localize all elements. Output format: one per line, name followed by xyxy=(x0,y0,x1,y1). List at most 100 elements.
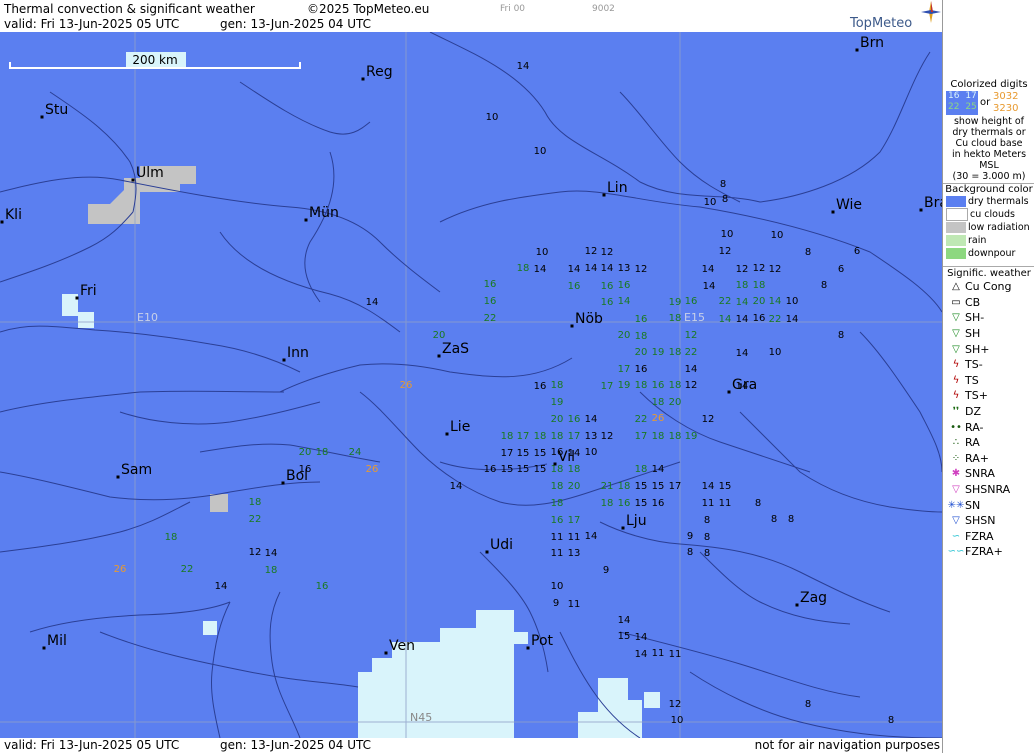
scale-label: 200 km xyxy=(132,53,177,67)
weather-map[interactable]: E10 E15 N45 200 km 141010810 810 1012 8 6610… xyxy=(0,32,942,738)
thermal-digit: 16 xyxy=(652,498,665,509)
thermal-digit: 14 xyxy=(534,264,547,275)
sample-b-2: 32 xyxy=(1005,91,1019,102)
thermal-digit: 22 xyxy=(181,564,194,575)
city-marker-sam: Sam xyxy=(116,462,152,479)
thermal-digit: 18 xyxy=(551,431,564,442)
thermal-digit: 14 xyxy=(652,464,665,475)
footer-valid-time: valid: Fri 13-Jun-2025 05 UTC xyxy=(4,738,180,752)
thermal-digit: 14 xyxy=(585,263,598,274)
copyright: ©2025 TopMeteo.eu xyxy=(307,2,430,16)
thermal-digit: 8 xyxy=(838,330,844,341)
city-label: Lie xyxy=(450,419,470,435)
thermal-digit: 26 xyxy=(114,564,127,575)
thermal-digit: 15 xyxy=(635,481,648,492)
legend-weather: Signific. weather △ Cu Cong ▭ CB ▽ SH- ▽ SH ▽ SH+… xyxy=(943,268,1034,560)
thermal-digit: 12 xyxy=(685,330,698,341)
thermal-digit: 16 xyxy=(753,313,766,324)
thermal-digit: 16 xyxy=(618,498,631,509)
thermal-digit: 15 xyxy=(517,464,530,475)
sample-b-4: 30 xyxy=(1005,103,1019,114)
sample-b-1: 30 xyxy=(993,91,1006,102)
grid-label-e15: E15 xyxy=(684,311,705,324)
thermal-digit: 20 xyxy=(635,347,648,358)
city-marker-lin: Lin xyxy=(602,180,628,197)
thermal-digit: 17 xyxy=(568,431,581,442)
thermal-digit: 16 xyxy=(618,280,631,291)
thermal-digit: 16 xyxy=(484,279,497,290)
city-marker-bol: Bol xyxy=(281,468,308,485)
thermal-digit: 6 xyxy=(838,264,844,275)
weather-symbol-icon: ✳✳ xyxy=(947,499,965,511)
city-label: Pot xyxy=(531,633,554,649)
thermal-digit: 15 xyxy=(534,448,547,459)
thermal-digit: 14 xyxy=(215,581,228,592)
thermal-digit: 22 xyxy=(685,347,698,358)
legend-wx-title: Signific. weather xyxy=(947,268,1031,279)
legend-wx-label: RA xyxy=(965,436,980,450)
thermal-digit: 18 xyxy=(568,464,581,475)
weather-symbol-icon: △ xyxy=(952,281,960,293)
legend-wx-item: ⁘ RA+ xyxy=(943,451,1034,467)
thermal-digit: 18 xyxy=(601,498,614,509)
thermal-digit: 8 xyxy=(771,514,777,525)
thermal-digit: 10 xyxy=(585,447,598,458)
thermal-digit: 14 xyxy=(635,649,648,660)
thermal-digit: 20 xyxy=(433,330,446,341)
city-marker-lju: Lju xyxy=(621,513,647,530)
legend-desc-5: MSL xyxy=(979,160,999,171)
thermal-digit: 14 xyxy=(517,61,530,72)
thermal-digit: 18 xyxy=(669,347,682,358)
legend-bg-label: rain xyxy=(968,235,987,246)
legend-wx-item: ∽ FZRA xyxy=(943,529,1034,545)
sample-a-2: 17 xyxy=(965,91,977,101)
legend-desc-4: in hekto Meters xyxy=(951,149,1027,160)
legend-wx-item: ▽ SHSNRA xyxy=(943,482,1034,498)
legend-desc-1: show height of xyxy=(953,116,1025,127)
legend-wx-item: ▽ SH+ xyxy=(943,341,1034,357)
thermal-digit: 19 xyxy=(652,347,665,358)
weather-symbol-icon: ∽ xyxy=(951,530,961,542)
thermal-digit: 18 xyxy=(265,565,278,576)
legend-bg-item: cu clouds xyxy=(943,208,1034,221)
city-marker-lie: Lie xyxy=(445,419,470,436)
thermal-digit: 14 xyxy=(703,281,716,292)
thermal-digit: 13 xyxy=(618,263,631,274)
thermal-digit: 14 xyxy=(736,297,749,308)
sample-b-3: 32 xyxy=(993,103,1006,114)
thermal-digit: 16 xyxy=(568,281,581,292)
thermal-digit: 18 xyxy=(534,431,547,442)
city-label: Reg xyxy=(366,64,393,80)
thermal-digit: 8 xyxy=(704,515,710,526)
thermal-digit: 14 xyxy=(601,263,614,274)
city-marker-mil: Mil xyxy=(42,633,67,650)
weather-symbol-icon: ▽ xyxy=(952,484,960,496)
legend-wx-label: SH- xyxy=(965,311,985,325)
thermal-digit: 14 xyxy=(685,364,698,375)
footer-bar: valid: Fri 13-Jun-2025 05 UTC gen: 13-Ju… xyxy=(0,738,942,753)
thermal-digit: 18 xyxy=(652,397,665,408)
thermal-digit: 12 xyxy=(736,264,749,275)
map-title: Thermal convection & significant weather xyxy=(4,2,255,16)
sample-a-1: 16 xyxy=(948,91,960,101)
thermal-digit: 14 xyxy=(568,264,581,275)
footer-notice: not for air navigation purposes xyxy=(754,738,940,752)
thermal-digit: 11 xyxy=(568,599,581,610)
thermal-digit: 19 xyxy=(669,297,682,308)
thermal-digit: 18 xyxy=(551,464,564,475)
thermal-digit: 8 xyxy=(704,532,710,543)
legend-wx-label: SHSN xyxy=(965,514,996,528)
legend-bg-label: cu clouds xyxy=(970,209,1015,220)
thermal-digit: 20 xyxy=(299,447,312,458)
thermal-digit: 16 xyxy=(635,364,648,375)
thermal-digit: 19 xyxy=(685,431,698,442)
thermal-digit: 8 xyxy=(888,715,894,726)
legend-bg-item: downpour xyxy=(943,247,1034,260)
thermal-digit: 16 xyxy=(685,296,698,307)
legend-wx-item: ∽∽ FZRA+ xyxy=(943,544,1034,560)
weather-symbol-icon: ▽ xyxy=(952,343,960,355)
city-marker-udi: Udi xyxy=(485,537,513,554)
footer-gen-time: gen: 13-Jun-2025 04 UTC xyxy=(220,738,372,752)
city-label: ZaS xyxy=(442,341,469,357)
legend-colorized: Colorized digits 16 17 22 25 or 3032 323… xyxy=(943,79,1034,182)
